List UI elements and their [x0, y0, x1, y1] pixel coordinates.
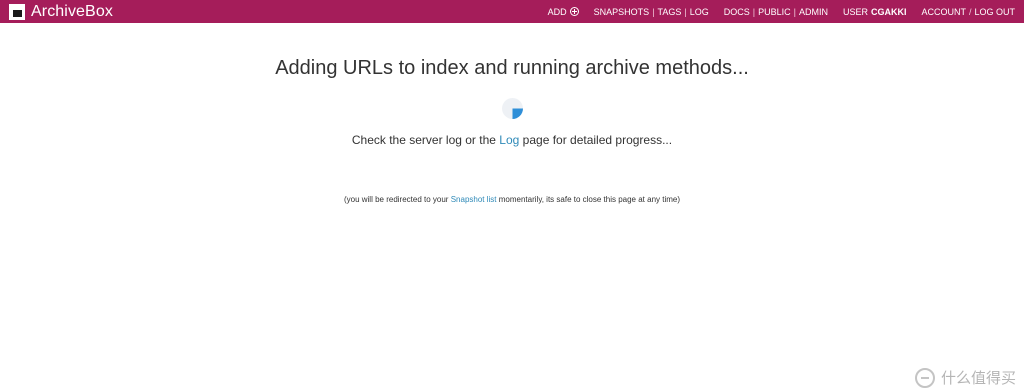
nav-add-link[interactable]: ADD: [548, 7, 567, 17]
plus-circle-icon[interactable]: [569, 7, 579, 16]
nav-snapshots-group: SNAPSHOTS | TAGS | LOG: [594, 7, 709, 17]
nav-add-group: ADD: [548, 7, 579, 17]
nav-public-link[interactable]: PUBLIC: [758, 7, 791, 17]
redirect-suffix: momentarily, its safe to close this page…: [498, 195, 681, 204]
progress-prefix: Check the server log or the: [351, 133, 496, 147]
nav-logout-link[interactable]: LOG OUT: [974, 7, 1015, 17]
main-content: Adding URLs to index and running archive…: [0, 23, 1024, 392]
nav-account-group: ACCOUNT / LOG OUT: [921, 7, 1015, 17]
redirect-prefix: (you will be redirected to your: [343, 195, 449, 204]
site-watermark: 什么值得买: [914, 367, 1016, 388]
app-name: ArchiveBox: [31, 2, 113, 20]
page-title: Adding URLs to index and running archive…: [275, 57, 749, 79]
loading-spinner-icon: [502, 98, 523, 119]
brand-link[interactable]: ArchiveBox: [0, 0, 113, 23]
nav-user-group: USER CGAKKI: [843, 7, 907, 17]
nav-separator: |: [793, 6, 796, 17]
watermark-logo-icon: [914, 367, 935, 388]
log-page-link[interactable]: Log: [499, 133, 519, 147]
snapshot-list-link[interactable]: Snapshot list: [451, 195, 497, 204]
nav-tags-link[interactable]: TAGS: [658, 7, 682, 17]
nav-separator: |: [684, 6, 687, 17]
nav-account-link[interactable]: ACCOUNT: [921, 7, 966, 17]
nav-separator: |: [752, 6, 756, 17]
user-label: USER: [842, 6, 868, 17]
nav-docs-link[interactable]: DOCS: [724, 7, 750, 17]
nav-log-link[interactable]: LOG: [690, 7, 709, 17]
redirect-note: (you will be redirected to your Snapshot…: [0, 195, 1024, 204]
progress-suffix: page for detailed progress...: [522, 133, 673, 147]
progress-message: Check the server log or the Log page for…: [0, 133, 1024, 147]
nav-docs-group: DOCS | PUBLIC | ADMIN: [724, 7, 828, 17]
nav-separator: |: [652, 6, 655, 17]
top-navbar: ArchiveBox ADD SNAPSHOTS | TAGS | LOG DO…: [0, 0, 1024, 23]
nav-admin-link[interactable]: ADMIN: [799, 7, 828, 17]
nav-slash: /: [968, 6, 972, 17]
archivebox-logo-icon: [9, 3, 25, 20]
nav-links: ADD SNAPSHOTS | TAGS | LOG DOCS | PUBLIC…: [548, 0, 1015, 23]
user-name-link[interactable]: CGAKKI: [871, 7, 907, 17]
nav-snapshots-link[interactable]: SNAPSHOTS: [594, 7, 650, 17]
watermark-text: 什么值得买: [940, 370, 1016, 387]
